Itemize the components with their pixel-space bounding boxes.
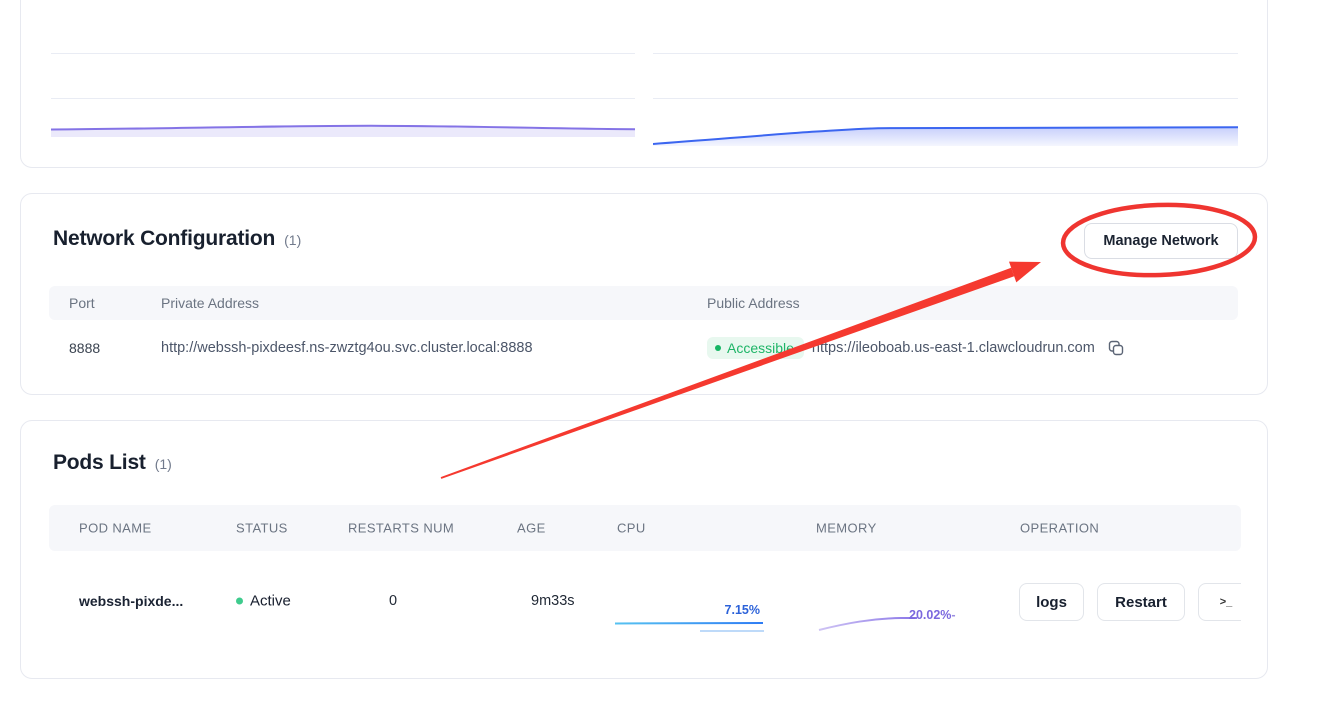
network-section-title: Network Configuration (1) [53, 227, 301, 251]
manage-network-label: Manage Network [1103, 233, 1218, 249]
restarts-value: 0 [389, 593, 397, 609]
pods-count-badge: (1) [155, 456, 172, 472]
monitor-card [20, 0, 1268, 168]
pod-status-cell: Active [236, 593, 291, 610]
col-restarts-num: RESTARTS NUM [348, 521, 454, 536]
pods-table-row: webssh-pixde... Active 0 9m33s 7.15% [49, 571, 1241, 637]
gridline [51, 53, 635, 54]
age-value: 9m33s [531, 593, 575, 609]
pods-title-text: Pods List [53, 451, 146, 475]
col-memory: MEMORY [816, 521, 877, 536]
terminal-button[interactable]: >_ [1198, 583, 1241, 621]
copy-icon[interactable] [1107, 339, 1125, 357]
col-public-address: Public Address [707, 295, 800, 311]
accessible-status-badge: Accessible [707, 337, 804, 359]
network-table-row: 8888 http://webssh-pixdeesf.ns-zwztg4ou.… [49, 330, 1238, 366]
manage-network-button[interactable]: Manage Network [1084, 223, 1238, 259]
col-port: Port [69, 295, 95, 311]
memory-monitor-chart [653, 125, 1238, 161]
logs-button[interactable]: logs [1019, 583, 1084, 621]
col-private-address: Private Address [161, 295, 259, 311]
accessible-label: Accessible [727, 340, 794, 356]
col-cpu: CPU [617, 521, 646, 536]
network-title-text: Network Configuration [53, 227, 275, 251]
network-table-header: Port Private Address Public Address [49, 286, 1238, 320]
gridline [653, 53, 1238, 54]
public-address-link[interactable]: https://ileoboab.us-east-1.clawcloudrun.… [812, 340, 1095, 356]
col-age: AGE [517, 521, 546, 536]
cpu-sparkline: 7.15% [614, 597, 764, 637]
public-address-cell: Accessible https://ileoboab.us-east-1.cl… [707, 337, 1125, 359]
gridline [51, 98, 635, 99]
memory-suffix: - [951, 608, 955, 622]
cpu-value-label: 7.15% [725, 603, 760, 617]
status-dot-icon [715, 345, 721, 351]
logs-label: logs [1036, 594, 1067, 611]
port-value: 8888 [69, 340, 100, 356]
active-dot-icon [236, 598, 243, 605]
pod-name-value: webssh-pixde... [79, 593, 183, 609]
terminal-icon: >_ [1220, 596, 1233, 608]
pods-section-title: Pods List (1) [53, 451, 172, 475]
active-label: Active [250, 593, 291, 610]
pods-list-card: Pods List (1) POD NAME STATUS RESTARTS N… [20, 420, 1268, 679]
restart-button[interactable]: Restart [1097, 583, 1185, 621]
gridline [653, 98, 1238, 99]
col-operation: OPERATION [1020, 521, 1099, 536]
app-dashboard: { "network": { "title": "Network Configu… [0, 0, 1317, 703]
restart-label: Restart [1115, 594, 1167, 611]
pods-table-header: POD NAME STATUS RESTARTS NUM AGE CPU MEM… [49, 505, 1241, 551]
memory-value-label: 20.02%- [909, 608, 956, 622]
col-pod-name: POD NAME [79, 521, 152, 536]
col-status: STATUS [236, 521, 288, 536]
cpu-monitor-chart [51, 119, 635, 153]
network-configuration-card: Network Configuration (1) Manage Network… [20, 193, 1268, 395]
network-count-badge: (1) [284, 232, 301, 248]
memory-sparkline: 20.02%- [817, 597, 967, 637]
operation-cell: logs Restart >_ [1019, 583, 1241, 621]
private-address-value: http://webssh-pixdeesf.ns-zwztg4ou.svc.c… [161, 340, 533, 356]
